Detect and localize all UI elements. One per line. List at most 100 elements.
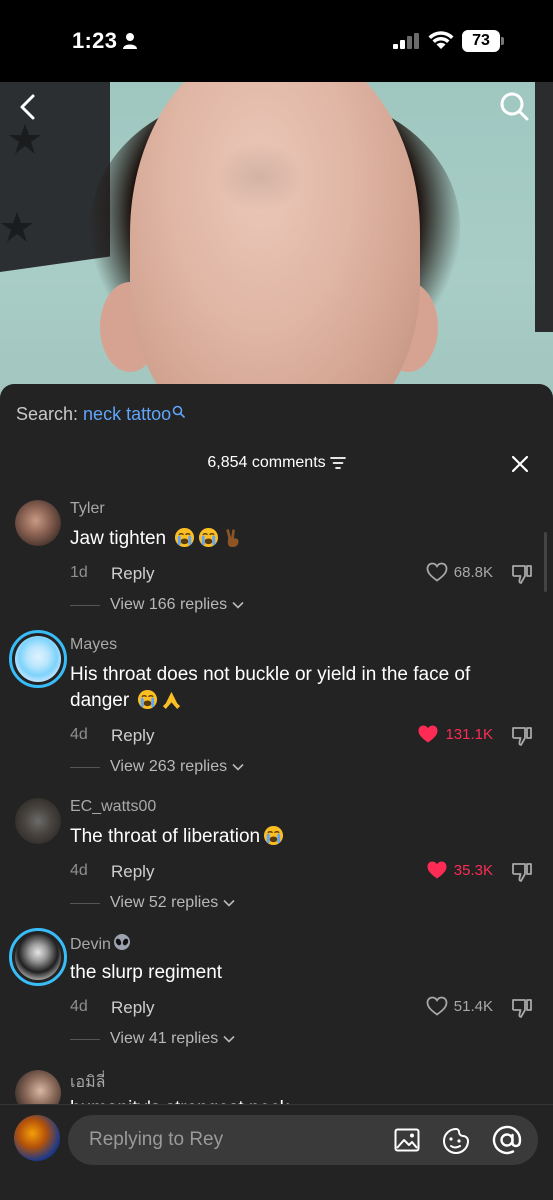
comment-body: Jaw tighten <box>70 528 167 549</box>
status-time: 1:23 <box>72 28 118 53</box>
search-label: Search: <box>16 404 84 424</box>
comment-count-header[interactable]: 6,854 comments <box>0 454 553 472</box>
comment-text: The throat of liberation <box>70 824 520 850</box>
view-replies-button[interactable]: View 263 replies <box>70 758 244 776</box>
like-count: 68.8K <box>453 563 493 581</box>
comment-body: the slurp regiment <box>70 962 223 983</box>
folded-hands-icon <box>163 691 181 710</box>
like-button[interactable]: 51.4K <box>426 996 493 1016</box>
comment-meta: 4d Reply <box>70 862 154 881</box>
loudly-crying-face-icon <box>264 825 284 846</box>
my-avatar[interactable] <box>14 1115 60 1161</box>
dislike-icon[interactable] <box>510 724 534 748</box>
back-icon[interactable] <box>14 92 44 122</box>
comment-body: The throat of liberation <box>70 826 261 847</box>
dislike-icon[interactable] <box>510 860 534 884</box>
comment-body: His throat does not buckle or yield in t… <box>70 664 471 711</box>
like-count: 51.4K <box>453 997 493 1015</box>
avatar[interactable] <box>9 630 67 688</box>
heart-outline-icon <box>426 562 448 582</box>
comment-age: 4d <box>70 998 88 1015</box>
close-icon[interactable] <box>510 454 530 474</box>
loudly-crying-face-icon <box>138 689 158 710</box>
replies-divider <box>70 766 100 768</box>
view-replies-label: View 41 replies <box>110 1030 219 1047</box>
like-button[interactable]: 131.1K <box>417 724 493 744</box>
avatar[interactable] <box>15 500 61 546</box>
comment-username[interactable]: EC_watts00 <box>70 798 156 816</box>
search-suggestion[interactable]: Search: neck tattoo <box>16 404 185 425</box>
comment-username[interactable]: Mayes <box>70 636 117 654</box>
view-replies-label: View 263 replies <box>110 758 228 775</box>
heart-outline-icon <box>426 996 448 1016</box>
comment-meta: 4d Reply <box>70 998 154 1017</box>
view-replies-button[interactable]: View 166 replies <box>70 596 244 614</box>
battery-nub <box>501 37 504 45</box>
alien-icon <box>113 934 130 950</box>
heart-filled-icon <box>418 725 438 743</box>
comments-sheet: Search: neck tattoo 6,854 comments Tyler… <box>0 384 553 1200</box>
reply-button[interactable]: Reply <box>111 726 154 746</box>
replies-divider <box>70 902 100 904</box>
status-bar: 1:23 73 <box>0 0 553 82</box>
comment-input[interactable]: Replying to Rey <box>68 1115 538 1165</box>
heart-filled-icon <box>427 861 447 879</box>
reply-button[interactable]: Reply <box>111 862 154 882</box>
wall-decoration-right <box>535 82 553 332</box>
like-count: 35.3K <box>453 861 493 879</box>
emoji-face-icon[interactable] <box>442 1127 470 1155</box>
chevron-down-icon <box>223 1035 235 1043</box>
comment-text: the slurp regiment <box>70 960 520 986</box>
comment-input-bar: Replying to Rey <box>0 1104 553 1200</box>
like-count: 131.1K <box>445 725 493 743</box>
filter-icon[interactable] <box>329 456 346 469</box>
neck <box>130 82 420 402</box>
cellular-signal-icon <box>393 33 419 49</box>
like-button[interactable]: 35.3K <box>426 860 493 880</box>
comment-text: Jaw tighten <box>70 526 520 552</box>
reply-button[interactable]: Reply <box>111 998 154 1018</box>
chin-shadow <box>215 142 305 212</box>
victory-hand-icon <box>226 528 239 548</box>
comment-age: 4d <box>70 862 88 879</box>
view-replies-label: View 52 replies <box>110 894 219 911</box>
avatar[interactable] <box>9 928 67 986</box>
search-icon[interactable] <box>498 90 530 122</box>
comment-meta: 1d Reply <box>70 564 154 583</box>
view-replies-label: View 166 replies <box>110 596 228 613</box>
reply-button[interactable]: Reply <box>111 564 154 584</box>
loudly-crying-face-icon <box>175 527 195 548</box>
wifi-icon <box>428 31 454 49</box>
comment-username-text: Devin <box>70 936 111 953</box>
scroll-indicator[interactable] <box>544 532 547 592</box>
search-term-link[interactable]: neck tattoo <box>83 404 171 424</box>
chevron-down-icon <box>232 601 244 609</box>
video-player[interactable] <box>0 82 553 402</box>
view-replies-button[interactable]: View 41 replies <box>70 1030 235 1048</box>
replies-divider <box>70 1038 100 1040</box>
avatar[interactable] <box>15 798 61 844</box>
comment-username[interactable]: Devin <box>70 934 132 954</box>
comment-age: 1d <box>70 564 88 581</box>
comment-count: 6,854 comments <box>207 454 326 471</box>
comment-meta: 4d Reply <box>70 726 154 745</box>
battery-level: 73 <box>462 30 500 52</box>
comment-text: His throat does not buckle or yield in t… <box>70 662 520 714</box>
comment-username[interactable]: Tyler <box>70 500 105 518</box>
dislike-icon[interactable] <box>510 562 534 586</box>
image-icon[interactable] <box>394 1128 420 1152</box>
mention-icon[interactable] <box>492 1125 522 1155</box>
search-mini-icon <box>172 405 185 418</box>
chevron-down-icon <box>232 763 244 771</box>
person-icon <box>123 33 137 49</box>
loudly-crying-face-icon <box>199 527 219 548</box>
chevron-down-icon <box>223 899 235 907</box>
star-decoration-icon <box>9 124 41 154</box>
like-button[interactable]: 68.8K <box>426 562 493 582</box>
battery-indicator: 73 <box>462 30 504 52</box>
comment-input-placeholder: Replying to Rey <box>89 1129 224 1150</box>
comment-username[interactable]: เอมิลี่ <box>70 1070 105 1095</box>
view-replies-button[interactable]: View 52 replies <box>70 894 235 912</box>
comment-age: 4d <box>70 726 88 743</box>
dislike-icon[interactable] <box>510 996 534 1020</box>
